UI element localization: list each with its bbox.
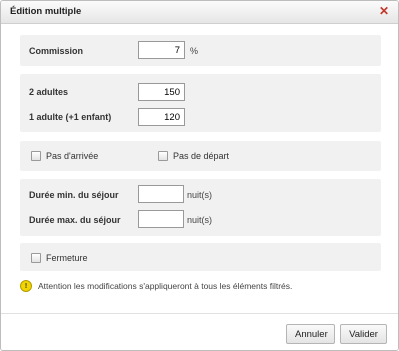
max-stay-input[interactable]	[138, 210, 184, 228]
commission-section: Commission %	[20, 35, 381, 66]
stay-duration-section: Durée min. du séjour nuit(s) Durée max. …	[20, 179, 381, 236]
notice-text: Attention les modifications s'appliquero…	[38, 281, 293, 291]
close-icon[interactable]: ✕	[377, 4, 391, 18]
filter-notice: ! Attention les modifications s'applique…	[20, 280, 292, 292]
checkbox-box[interactable]	[158, 151, 168, 161]
one-adult-label: 1 adulte (+1 enfant)	[29, 112, 112, 122]
edit-dialog: Édition multiple ✕ Commission % 2 adulte…	[0, 0, 399, 351]
no-departure-checkbox[interactable]: Pas de départ	[158, 151, 229, 161]
commission-unit: %	[190, 46, 199, 56]
min-stay-unit: nuit(s)	[187, 190, 213, 200]
dialog-titlebar: Édition multiple ✕	[1, 1, 398, 24]
no-arrival-checkbox[interactable]: Pas d'arrivée	[31, 151, 98, 161]
no-departure-label: Pas de départ	[173, 151, 230, 161]
checkbox-box[interactable]	[31, 253, 41, 263]
min-stay-label: Durée min. du séjour	[29, 190, 119, 200]
warning-icon: !	[20, 280, 32, 292]
arrival-departure-section: Pas d'arrivée Pas de départ	[20, 141, 381, 171]
max-stay-unit: nuit(s)	[187, 215, 213, 225]
closure-section: Fermeture	[20, 243, 381, 271]
closure-checkbox[interactable]: Fermeture	[31, 253, 88, 263]
checkbox-box[interactable]	[31, 151, 41, 161]
commission-input[interactable]	[138, 41, 185, 59]
dialog-footer: Annuler Valider	[1, 313, 398, 350]
cancel-button[interactable]: Annuler	[286, 324, 335, 344]
no-arrival-label: Pas d'arrivée	[46, 151, 99, 161]
min-stay-input[interactable]	[138, 185, 184, 203]
closure-label: Fermeture	[46, 253, 88, 263]
two-adults-label: 2 adultes	[29, 87, 69, 97]
commission-label: Commission	[29, 46, 84, 56]
prices-section: 2 adultes 1 adulte (+1 enfant)	[20, 74, 381, 132]
dialog-title: Édition multiple	[10, 6, 82, 17]
one-adult-input[interactable]	[138, 108, 185, 126]
max-stay-label: Durée max. du séjour	[29, 215, 121, 225]
confirm-button[interactable]: Valider	[340, 324, 387, 344]
two-adults-input[interactable]	[138, 83, 185, 101]
